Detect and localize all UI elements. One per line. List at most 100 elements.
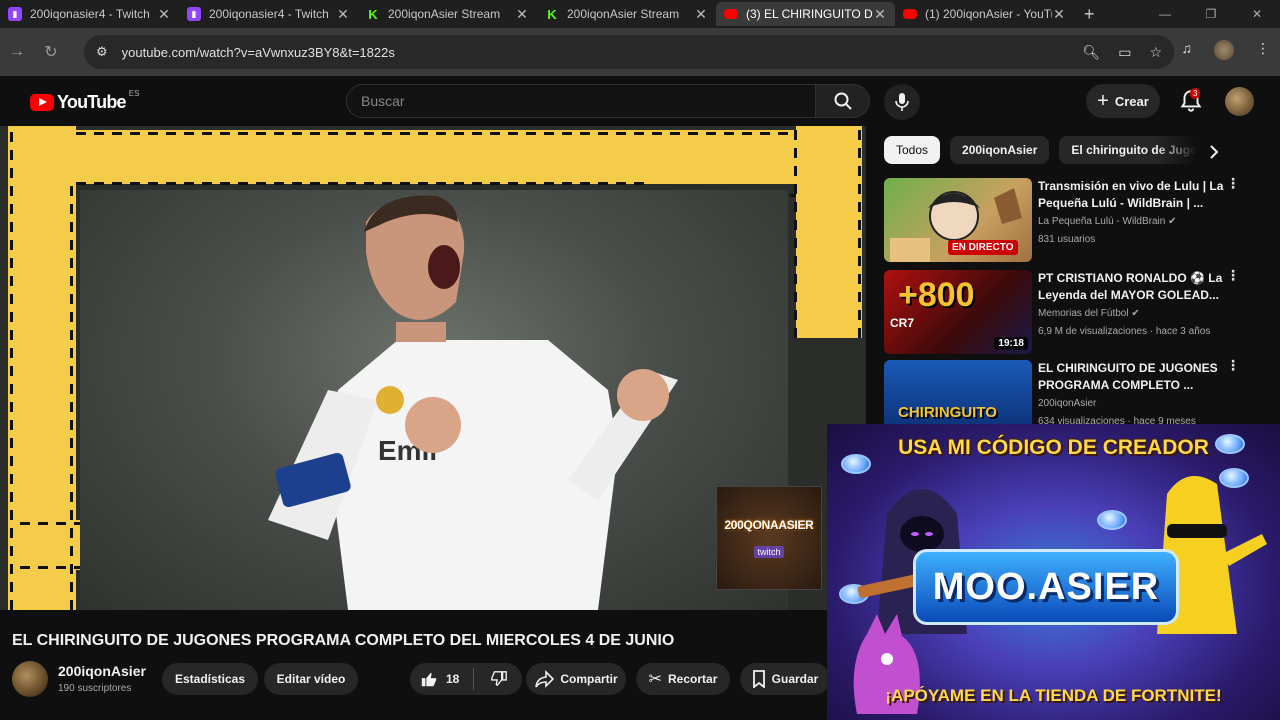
region-code: ES bbox=[128, 89, 140, 98]
menu-icon[interactable]: ⋮ bbox=[1256, 40, 1270, 60]
browser-tab[interactable]: ▮ 200iqonasier4 - Twitch ✕ bbox=[179, 2, 358, 26]
profile-avatar[interactable] bbox=[1214, 40, 1234, 60]
close-window-icon[interactable]: ✕ bbox=[1234, 7, 1280, 21]
save-label: Guardar bbox=[771, 672, 819, 686]
media-icon[interactable]: ♫ bbox=[1182, 40, 1193, 60]
voice-search-button[interactable] bbox=[884, 84, 920, 120]
divider bbox=[473, 668, 475, 690]
kick-icon: K bbox=[366, 7, 380, 22]
more-options-icon[interactable]: ⋮ bbox=[1226, 268, 1240, 282]
more-options-icon[interactable]: ⋮ bbox=[1226, 176, 1240, 190]
url-text: youtube.com/watch?v=aVwnxuz3BY8&t=1822s bbox=[121, 44, 395, 60]
thumbnail-text: +800 bbox=[898, 276, 975, 314]
browser-tab[interactable]: (1) 200iqonAsier - YouTube✕ bbox=[895, 2, 1074, 26]
browser-tab-active[interactable]: (3) EL CHIRINGUITO DE ✕ bbox=[716, 2, 895, 26]
forward-icon[interactable]: → bbox=[0, 43, 34, 61]
edit-video-button[interactable]: Editar vídeo bbox=[264, 663, 358, 695]
hazard-line bbox=[794, 126, 797, 338]
browser-tabbar: ▮ 200iqonasier4 - Twitch ✕ ▮ 200iqonasier4 … bbox=[0, 0, 1280, 28]
share-icon bbox=[535, 670, 555, 688]
thumbnail-text: CHIRINGUITO bbox=[898, 404, 997, 421]
creator-code-overlay: USA MI CÓDIGO DE CREADOR MOO.ASIER ¡APÓY… bbox=[827, 424, 1280, 720]
clip-label: Recortar bbox=[668, 672, 718, 686]
site-settings-icon[interactable]: ⚙ bbox=[96, 44, 108, 60]
recommendation-channel: 200iqonAsier bbox=[1038, 398, 1097, 409]
creator-code: MOO.ASIER bbox=[913, 549, 1179, 625]
chevron-right-icon[interactable] bbox=[1206, 144, 1222, 160]
chip-chiringuito[interactable]: El chiringuito de Jugones bbox=[1059, 136, 1198, 164]
channel-name[interactable]: 200iqonAsier bbox=[58, 663, 146, 679]
recommendation-title: Transmisión en vivo de Lulu | La Pequeña… bbox=[1038, 179, 1224, 210]
youtube-logo[interactable]: YouTube ES bbox=[30, 89, 140, 113]
maximize-icon[interactable]: ❐ bbox=[1188, 7, 1234, 21]
window-controls: — ❐ ✕ bbox=[1142, 0, 1280, 28]
chip-channel[interactable]: 200iqonAsier bbox=[950, 136, 1050, 164]
like-button[interactable]: 18 bbox=[420, 670, 459, 688]
stats-button[interactable]: Estadísticas bbox=[162, 663, 258, 695]
chip-all[interactable]: Todos bbox=[884, 136, 941, 164]
tab-title: 200iqonAsier Stream bbox=[567, 7, 680, 21]
browser-tab[interactable]: K 200iqonAsier Stream ✕ bbox=[358, 2, 537, 26]
bookmark-star-icon[interactable]: ☆ bbox=[1149, 44, 1162, 61]
close-icon[interactable]: ✕ bbox=[694, 6, 708, 23]
recommendation-channel: La Pequeña Lulú - WildBrain ✔ bbox=[1038, 216, 1176, 227]
search-input[interactable]: Buscar bbox=[346, 84, 816, 118]
thumbs-down-icon[interactable] bbox=[490, 670, 508, 688]
twitch-icon: ▮ bbox=[8, 7, 22, 21]
vbucks-coin bbox=[1097, 510, 1127, 530]
player-head bbox=[364, 195, 465, 342]
hazard-line bbox=[858, 126, 861, 338]
channel-text: La Pequeña Lulú - WildBrain bbox=[1038, 216, 1166, 227]
tab-title: 200iqonAsier Stream bbox=[388, 7, 501, 21]
verified-icon: ✔ bbox=[1168, 216, 1177, 227]
search-button[interactable] bbox=[816, 84, 870, 118]
recommendation-item[interactable]: +800 CR7 19:18 PT CRISTIANO RONALDO ⚽ La… bbox=[884, 268, 1274, 354]
cast-icon[interactable]: ▭ bbox=[1118, 44, 1131, 61]
share-button[interactable]: Compartir bbox=[526, 663, 626, 695]
reload-icon[interactable]: ↻ bbox=[34, 42, 68, 62]
youtube-play-icon bbox=[30, 94, 54, 111]
youtube-header: YouTube ES Buscar + Crear bbox=[0, 76, 1280, 126]
bookmark-icon bbox=[752, 670, 765, 688]
thumbnail-text: CR7 bbox=[890, 316, 915, 330]
account-avatar[interactable] bbox=[1225, 87, 1254, 116]
overlay-frame-right bbox=[796, 126, 862, 338]
new-tab-button[interactable]: + bbox=[1074, 4, 1105, 25]
close-icon[interactable]: ✕ bbox=[1052, 6, 1066, 23]
like-count: 18 bbox=[446, 672, 460, 686]
create-label: Crear bbox=[1114, 93, 1149, 109]
zoom-icon[interactable]: 🔍︎ bbox=[1082, 44, 1100, 61]
close-icon[interactable]: ✕ bbox=[873, 6, 887, 23]
screen: ▮ 200iqonasier4 - Twitch ✕ ▮ 200iqonasier4 … bbox=[0, 0, 1280, 720]
verified-icon: ✔ bbox=[1131, 308, 1140, 319]
address-bar[interactable]: ⚙ youtube.com/watch?v=aVwnxuz3BY8&t=1822… bbox=[84, 35, 1174, 69]
youtube-icon bbox=[903, 9, 917, 19]
close-icon[interactable]: ✕ bbox=[515, 6, 529, 23]
live-badge: EN DIRECTO bbox=[948, 240, 1018, 255]
close-icon[interactable]: ✕ bbox=[157, 6, 171, 23]
channel-text: Memorias del Fútbol bbox=[1038, 308, 1129, 319]
clip-button[interactable]: ✂ Recortar bbox=[636, 663, 730, 695]
channel-avatar[interactable] bbox=[12, 661, 48, 697]
edit-video-label: Editar vídeo bbox=[276, 672, 346, 686]
create-button[interactable]: + Crear bbox=[1086, 84, 1160, 118]
minimize-icon[interactable]: — bbox=[1142, 7, 1188, 21]
recommendation-item[interactable]: EN DIRECTO Transmisión en vivo de Lulu |… bbox=[884, 176, 1274, 262]
video-title: EL CHIRINGUITO DE JUGONES PROGRAMA COMPL… bbox=[12, 632, 675, 649]
more-options-icon[interactable]: ⋮ bbox=[1226, 358, 1240, 372]
browser-tab[interactable]: K 200iqonAsier Stream ✕ bbox=[537, 2, 716, 26]
close-icon[interactable]: ✕ bbox=[336, 6, 350, 23]
browser-tab[interactable]: ▮ 200iqonasier4 - Twitch ✕ bbox=[0, 2, 179, 26]
scissors-icon: ✂ bbox=[648, 671, 663, 688]
streamer-logo-text: 200QONAASIER bbox=[724, 518, 814, 532]
search-icon bbox=[834, 92, 852, 110]
hazard-line bbox=[10, 126, 13, 610]
overlay-frame-top bbox=[68, 130, 798, 184]
kick-icon: K bbox=[545, 7, 559, 22]
save-button[interactable]: Guardar bbox=[740, 663, 830, 695]
streamer-logo-overlay: 200QONAASIER twitch bbox=[716, 486, 822, 590]
thumbnail: +800 CR7 19:18 bbox=[884, 270, 1032, 354]
tab-title: (3) EL CHIRINGUITO DE bbox=[746, 7, 873, 21]
promo-footer: ¡APÓYAME EN LA TIENDA DE FORTNITE! bbox=[885, 686, 1222, 705]
recommendation-title: EL CHIRINGUITO DE JUGONES PROGRAMA COMPL… bbox=[1038, 361, 1218, 392]
